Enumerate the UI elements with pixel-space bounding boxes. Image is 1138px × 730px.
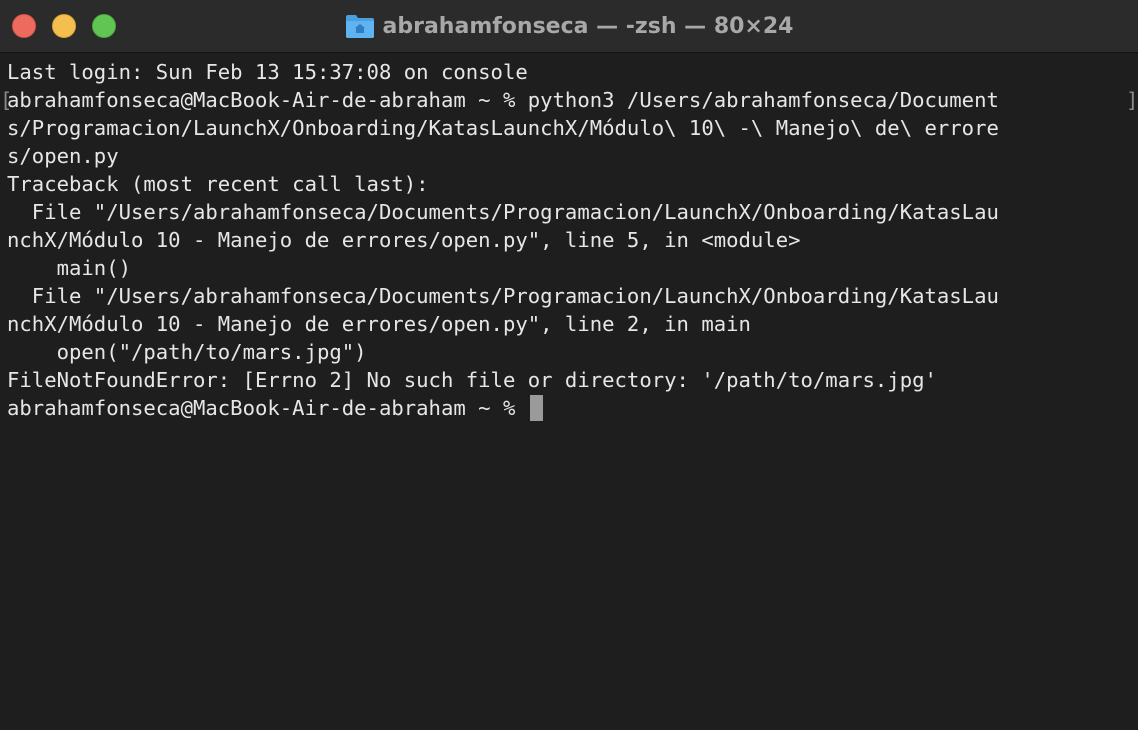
terminal-window: abrahamfonseca — -zsh — 80×24 Last login… (0, 0, 1138, 730)
terminal-line: FileNotFoundError: [Errno 2] No such fil… (7, 368, 937, 392)
terminal-line: main() (7, 256, 131, 280)
terminal-line: open("/path/to/mars.jpg") (7, 340, 367, 364)
terminal-line: Traceback (most recent call last): (7, 172, 429, 196)
text-cursor (529, 395, 543, 421)
terminal-line: nchX/Módulo 10 - Manejo de errores/open.… (7, 228, 801, 252)
terminal-line: Last login: Sun Feb 13 15:37:08 on conso… (7, 60, 528, 84)
terminal-line: File "/Users/abrahamfonseca/Documents/Pr… (7, 200, 999, 224)
terminal-line: File "/Users/abrahamfonseca/Documents/Pr… (7, 284, 999, 308)
shell-prompt: abrahamfonseca@MacBook-Air-de-abraham ~ … (7, 396, 528, 420)
home-folder-icon (345, 13, 375, 39)
terminal-line: s/Programacion/LaunchX/Onboarding/KatasL… (7, 116, 999, 140)
window-title-area: abrahamfonseca — -zsh — 80×24 (0, 0, 1138, 52)
prompt-line: abrahamfonseca@MacBook-Air-de-abraham ~ … (7, 394, 543, 422)
terminal-line: nchX/Módulo 10 - Manejo de errores/open.… (7, 312, 751, 336)
terminal-output[interactable]: Last login: Sun Feb 13 15:37:08 on conso… (0, 58, 1138, 730)
title-bar[interactable]: abrahamfonseca — -zsh — 80×24 (0, 0, 1138, 53)
line-mark-right-bracket: ] (1126, 88, 1138, 112)
terminal-line: abrahamfonseca@MacBook-Air-de-abraham ~ … (7, 88, 999, 112)
terminal-line: s/open.py (7, 144, 119, 168)
window-title: abrahamfonseca — -zsh — 80×24 (382, 13, 794, 39)
